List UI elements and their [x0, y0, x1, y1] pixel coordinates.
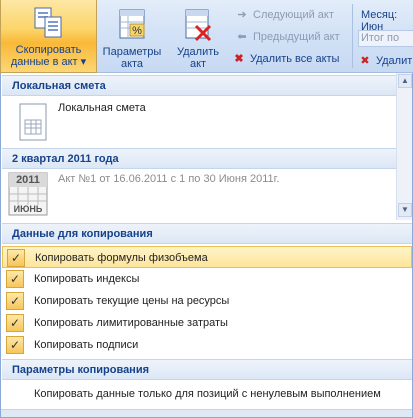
- option-copy-signatures[interactable]: ✓ Копировать подписи: [2, 334, 412, 356]
- scroll-down-button[interactable]: ▼: [398, 203, 412, 217]
- delete-act-button[interactable]: Удалить акт: [166, 4, 230, 71]
- act-item[interactable]: 2011 ИЮНЬ Акт №1 от 16.06.2011 с 1 по 30…: [2, 169, 394, 221]
- spreadsheet-icon: [19, 103, 47, 141]
- delete-all-icon: ✖: [234, 53, 244, 65]
- option-label: Копировать формулы физобъема: [35, 252, 208, 264]
- panel-bottom-band: [1, 409, 412, 417]
- delete-act-label: Удалить акт: [177, 46, 219, 70]
- check-icon: ✓: [6, 270, 24, 288]
- ribbon: Скопировать данные в акт ▾ % Параметры а…: [0, 0, 413, 73]
- option-copy-indexes[interactable]: ✓ Копировать индексы: [2, 268, 412, 290]
- scroll-up-button[interactable]: ▲: [398, 74, 412, 88]
- group-separator: [352, 4, 353, 68]
- delete-right-button[interactable]: ✖ Удалит: [358, 52, 412, 70]
- copy-button-label: Скопировать данные в акт ▾: [10, 44, 87, 68]
- arrow-left-icon: ⬅: [237, 31, 247, 43]
- section-header-copy-params: Параметры копирования: [2, 359, 412, 380]
- check-icon: ✓: [6, 336, 24, 354]
- copy-data-to-act-button[interactable]: Скопировать данные в акт ▾: [0, 0, 97, 73]
- arrow-right-icon: ➔: [237, 9, 247, 21]
- delete-right-label: Удалит: [376, 55, 413, 67]
- act-item-label: Акт №1 от 16.06.2011 с 1 по 30 Июня 2011…: [58, 173, 280, 185]
- local-estimate-item[interactable]: Локальная смета: [2, 96, 394, 154]
- calendar-month: ИЮНЬ: [13, 204, 43, 214]
- calendar-year: 2011: [16, 174, 40, 186]
- percent-document-icon: %: [119, 9, 145, 39]
- option-label: Копировать текущие цены на ресурсы: [34, 295, 230, 307]
- section-header-local-estimate: Локальная смета: [2, 75, 412, 96]
- previous-act-label: Предыдущий акт: [253, 31, 340, 43]
- svg-text:%: %: [132, 25, 142, 37]
- option-label: Копировать подписи: [34, 339, 139, 351]
- check-icon: ✓: [6, 314, 24, 332]
- previous-act-button[interactable]: ⬅ Предыдущий акт: [235, 28, 340, 46]
- option-copy-resource-prices[interactable]: ✓ Копировать текущие цены на ресурсы: [2, 290, 412, 312]
- copy-dropdown-panel: Локальная смета Локальная смета 2 кварта…: [0, 73, 413, 418]
- check-icon: ✓: [6, 292, 24, 310]
- act-parameters-button[interactable]: % Параметры акта: [100, 4, 164, 71]
- next-act-label: Следующий акт: [253, 9, 334, 21]
- section-header-quarter: 2 квартал 2011 года: [2, 148, 412, 169]
- option-label: Копировать индексы: [34, 273, 140, 285]
- next-act-button[interactable]: ➔ Следующий акт: [235, 6, 334, 24]
- check-icon: ✓: [7, 249, 25, 267]
- act-parameters-label: Параметры акта: [102, 46, 162, 70]
- delete-document-icon: [185, 9, 212, 42]
- gallery-scrollbar[interactable]: ▲ ▼: [396, 73, 412, 220]
- option-copy-volume-formulas[interactable]: ✓ Копировать формулы физобъема: [2, 246, 412, 268]
- copy-icon: [34, 7, 61, 38]
- delete-all-acts-label: Удалить все акты: [250, 53, 340, 65]
- delete-all-acts-button[interactable]: ✖ Удалить все акты: [232, 50, 339, 68]
- option-label: Копировать лимитированные затраты: [34, 317, 228, 329]
- option-copy-nonzero-only[interactable]: Копировать данные только для позиций с н…: [2, 383, 412, 405]
- option-copy-limited-costs[interactable]: ✓ Копировать лимитированные затраты: [2, 312, 412, 334]
- section-header-copy-data: Данные для копирования: [2, 223, 412, 244]
- local-estimate-label: Локальная смета: [58, 102, 146, 114]
- delete-icon: ✖: [360, 55, 370, 67]
- itog-field[interactable]: Итог по: [358, 30, 413, 47]
